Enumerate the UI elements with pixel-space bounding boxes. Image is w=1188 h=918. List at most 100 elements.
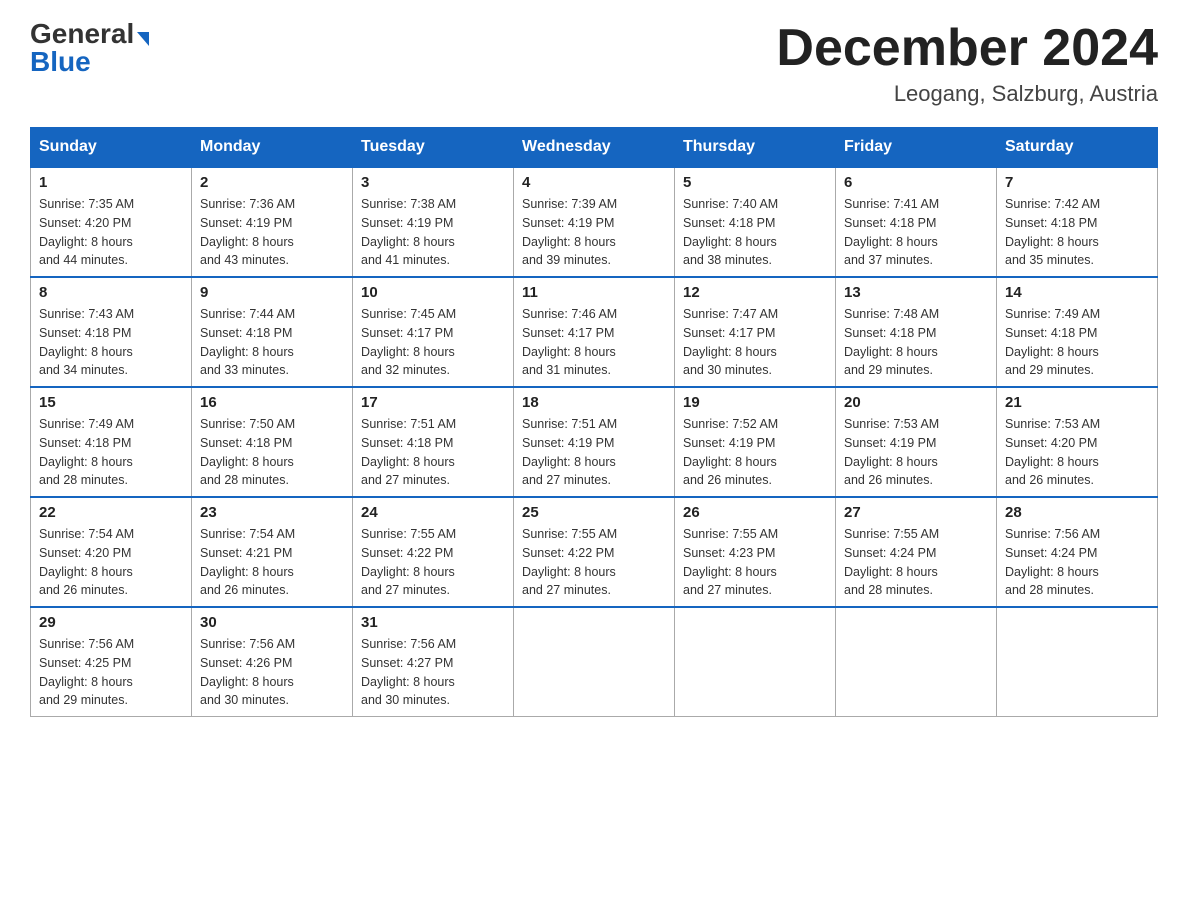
calendar-table: SundayMondayTuesdayWednesdayThursdayFrid… bbox=[30, 127, 1158, 717]
day-number: 16 bbox=[200, 394, 344, 411]
day-number: 22 bbox=[39, 504, 183, 521]
calendar-cell: 6 Sunrise: 7:41 AMSunset: 4:18 PMDaylight… bbox=[836, 167, 997, 277]
calendar-week-row: 15Sunrise: 7:49 AMSunset: 4:18 PMDayligh… bbox=[31, 387, 1158, 497]
day-number: 4 bbox=[522, 174, 666, 191]
day-info: Sunrise: 7:55 AMSunset: 4:22 PMDaylight:… bbox=[522, 525, 666, 600]
calendar-cell: 16 Sunrise: 7:50 AMSunset: 4:18 PMDayligh… bbox=[192, 387, 353, 497]
calendar-cell: 9 Sunrise: 7:44 AMSunset: 4:18 PMDaylight… bbox=[192, 277, 353, 387]
calendar-cell: 24Sunrise: 7:55 AMSunset: 4:22 PMDayligh… bbox=[353, 497, 514, 607]
logo-blue-text: Blue bbox=[30, 46, 91, 77]
title-block: December 2024 Leogang, Salzburg, Austria bbox=[776, 20, 1158, 107]
day-info: Sunrise: 7:35 AMSunset: 4:20 PMDaylight:… bbox=[39, 195, 183, 270]
day-info: Sunrise: 7:53 AMSunset: 4:20 PMDaylight:… bbox=[1005, 415, 1149, 490]
day-info: Sunrise: 7:41 AMSunset: 4:18 PMDaylight:… bbox=[844, 195, 988, 270]
calendar-cell: 3 Sunrise: 7:38 AMSunset: 4:19 PMDaylight… bbox=[353, 167, 514, 277]
day-number: 3 bbox=[361, 174, 505, 191]
calendar-cell: 28Sunrise: 7:56 AMSunset: 4:24 PMDayligh… bbox=[997, 497, 1158, 607]
day-info: Sunrise: 7:50 AMSunset: 4:18 PMDaylight:… bbox=[200, 415, 344, 490]
day-number: 17 bbox=[361, 394, 505, 411]
day-info: Sunrise: 7:55 AMSunset: 4:22 PMDaylight:… bbox=[361, 525, 505, 600]
day-number: 29 bbox=[39, 614, 183, 631]
calendar-cell: 18 Sunrise: 7:51 AMSunset: 4:19 PMDayligh… bbox=[514, 387, 675, 497]
calendar-cell bbox=[997, 607, 1158, 717]
calendar-cell: 14 Sunrise: 7:49 AMSunset: 4:18 PMDayligh… bbox=[997, 277, 1158, 387]
day-info: Sunrise: 7:56 AMSunset: 4:24 PMDaylight:… bbox=[1005, 525, 1149, 600]
day-number: 25 bbox=[522, 504, 666, 521]
location: Leogang, Salzburg, Austria bbox=[776, 81, 1158, 107]
day-number: 31 bbox=[361, 614, 505, 631]
col-header-friday: Friday bbox=[836, 128, 997, 168]
col-header-wednesday: Wednesday bbox=[514, 128, 675, 168]
col-header-saturday: Saturday bbox=[997, 128, 1158, 168]
day-info: Sunrise: 7:55 AMSunset: 4:24 PMDaylight:… bbox=[844, 525, 988, 600]
calendar-cell: 4 Sunrise: 7:39 AMSunset: 4:19 PMDaylight… bbox=[514, 167, 675, 277]
calendar-cell: 2Sunrise: 7:36 AMSunset: 4:19 PMDaylight… bbox=[192, 167, 353, 277]
day-info: Sunrise: 7:51 AMSunset: 4:18 PMDaylight:… bbox=[361, 415, 505, 490]
day-number: 1 bbox=[39, 174, 183, 191]
logo-arrow-icon bbox=[137, 32, 149, 46]
day-number: 7 bbox=[1005, 174, 1149, 191]
month-title: December 2024 bbox=[776, 20, 1158, 77]
calendar-cell: 12Sunrise: 7:47 AMSunset: 4:17 PMDayligh… bbox=[675, 277, 836, 387]
day-info: Sunrise: 7:46 AMSunset: 4:17 PMDaylight:… bbox=[522, 305, 666, 380]
day-info: Sunrise: 7:42 AMSunset: 4:18 PMDaylight:… bbox=[1005, 195, 1149, 270]
col-header-sunday: Sunday bbox=[31, 128, 192, 168]
calendar-cell: 19 Sunrise: 7:52 AMSunset: 4:19 PMDayligh… bbox=[675, 387, 836, 497]
calendar-cell bbox=[675, 607, 836, 717]
day-info: Sunrise: 7:43 AMSunset: 4:18 PMDaylight:… bbox=[39, 305, 183, 380]
day-info: Sunrise: 7:49 AMSunset: 4:18 PMDaylight:… bbox=[1005, 305, 1149, 380]
calendar-week-row: 8 Sunrise: 7:43 AMSunset: 4:18 PMDaylight… bbox=[31, 277, 1158, 387]
calendar-week-row: 29 Sunrise: 7:56 AMSunset: 4:25 PMDayligh… bbox=[31, 607, 1158, 717]
calendar-cell: 22 Sunrise: 7:54 AMSunset: 4:20 PMDayligh… bbox=[31, 497, 192, 607]
calendar-header-row: SundayMondayTuesdayWednesdayThursdayFrid… bbox=[31, 128, 1158, 168]
col-header-tuesday: Tuesday bbox=[353, 128, 514, 168]
day-info: Sunrise: 7:56 AMSunset: 4:26 PMDaylight:… bbox=[200, 635, 344, 710]
calendar-cell bbox=[514, 607, 675, 717]
day-info: Sunrise: 7:39 AMSunset: 4:19 PMDaylight:… bbox=[522, 195, 666, 270]
day-number: 8 bbox=[39, 284, 183, 301]
day-info: Sunrise: 7:38 AMSunset: 4:19 PMDaylight:… bbox=[361, 195, 505, 270]
day-number: 14 bbox=[1005, 284, 1149, 301]
calendar-cell: 13 Sunrise: 7:48 AMSunset: 4:18 PMDayligh… bbox=[836, 277, 997, 387]
calendar-cell: 31 Sunrise: 7:56 AMSunset: 4:27 PMDayligh… bbox=[353, 607, 514, 717]
day-info: Sunrise: 7:54 AMSunset: 4:21 PMDaylight:… bbox=[200, 525, 344, 600]
col-header-thursday: Thursday bbox=[675, 128, 836, 168]
page-header: General Blue December 2024 Leogang, Salz… bbox=[30, 20, 1158, 107]
day-number: 18 bbox=[522, 394, 666, 411]
day-info: Sunrise: 7:53 AMSunset: 4:19 PMDaylight:… bbox=[844, 415, 988, 490]
day-info: Sunrise: 7:54 AMSunset: 4:20 PMDaylight:… bbox=[39, 525, 183, 600]
day-info: Sunrise: 7:48 AMSunset: 4:18 PMDaylight:… bbox=[844, 305, 988, 380]
calendar-week-row: 1 Sunrise: 7:35 AMSunset: 4:20 PMDaylight… bbox=[31, 167, 1158, 277]
day-number: 23 bbox=[200, 504, 344, 521]
day-number: 26 bbox=[683, 504, 827, 521]
day-info: Sunrise: 7:55 AMSunset: 4:23 PMDaylight:… bbox=[683, 525, 827, 600]
day-info: Sunrise: 7:40 AMSunset: 4:18 PMDaylight:… bbox=[683, 195, 827, 270]
calendar-cell: 26 Sunrise: 7:55 AMSunset: 4:23 PMDayligh… bbox=[675, 497, 836, 607]
day-number: 9 bbox=[200, 284, 344, 301]
day-number: 15 bbox=[39, 394, 183, 411]
day-number: 19 bbox=[683, 394, 827, 411]
day-info: Sunrise: 7:56 AMSunset: 4:25 PMDaylight:… bbox=[39, 635, 183, 710]
calendar-cell: 21Sunrise: 7:53 AMSunset: 4:20 PMDayligh… bbox=[997, 387, 1158, 497]
day-number: 27 bbox=[844, 504, 988, 521]
day-number: 13 bbox=[844, 284, 988, 301]
calendar-week-row: 22 Sunrise: 7:54 AMSunset: 4:20 PMDayligh… bbox=[31, 497, 1158, 607]
calendar-cell: 23 Sunrise: 7:54 AMSunset: 4:21 PMDayligh… bbox=[192, 497, 353, 607]
logo-general-line: General bbox=[30, 20, 149, 48]
day-info: Sunrise: 7:44 AMSunset: 4:18 PMDaylight:… bbox=[200, 305, 344, 380]
day-number: 6 bbox=[844, 174, 988, 191]
day-info: Sunrise: 7:56 AMSunset: 4:27 PMDaylight:… bbox=[361, 635, 505, 710]
logo: General Blue bbox=[30, 20, 149, 76]
day-number: 5 bbox=[683, 174, 827, 191]
day-info: Sunrise: 7:36 AMSunset: 4:19 PMDaylight:… bbox=[200, 195, 344, 270]
calendar-cell: 10Sunrise: 7:45 AMSunset: 4:17 PMDayligh… bbox=[353, 277, 514, 387]
day-info: Sunrise: 7:47 AMSunset: 4:17 PMDaylight:… bbox=[683, 305, 827, 380]
calendar-cell: 7 Sunrise: 7:42 AMSunset: 4:18 PMDaylight… bbox=[997, 167, 1158, 277]
day-info: Sunrise: 7:51 AMSunset: 4:19 PMDaylight:… bbox=[522, 415, 666, 490]
calendar-cell bbox=[836, 607, 997, 717]
day-info: Sunrise: 7:52 AMSunset: 4:19 PMDaylight:… bbox=[683, 415, 827, 490]
calendar-cell: 20Sunrise: 7:53 AMSunset: 4:19 PMDayligh… bbox=[836, 387, 997, 497]
calendar-cell: 17 Sunrise: 7:51 AMSunset: 4:18 PMDayligh… bbox=[353, 387, 514, 497]
day-number: 30 bbox=[200, 614, 344, 631]
calendar-cell: 30 Sunrise: 7:56 AMSunset: 4:26 PMDayligh… bbox=[192, 607, 353, 717]
